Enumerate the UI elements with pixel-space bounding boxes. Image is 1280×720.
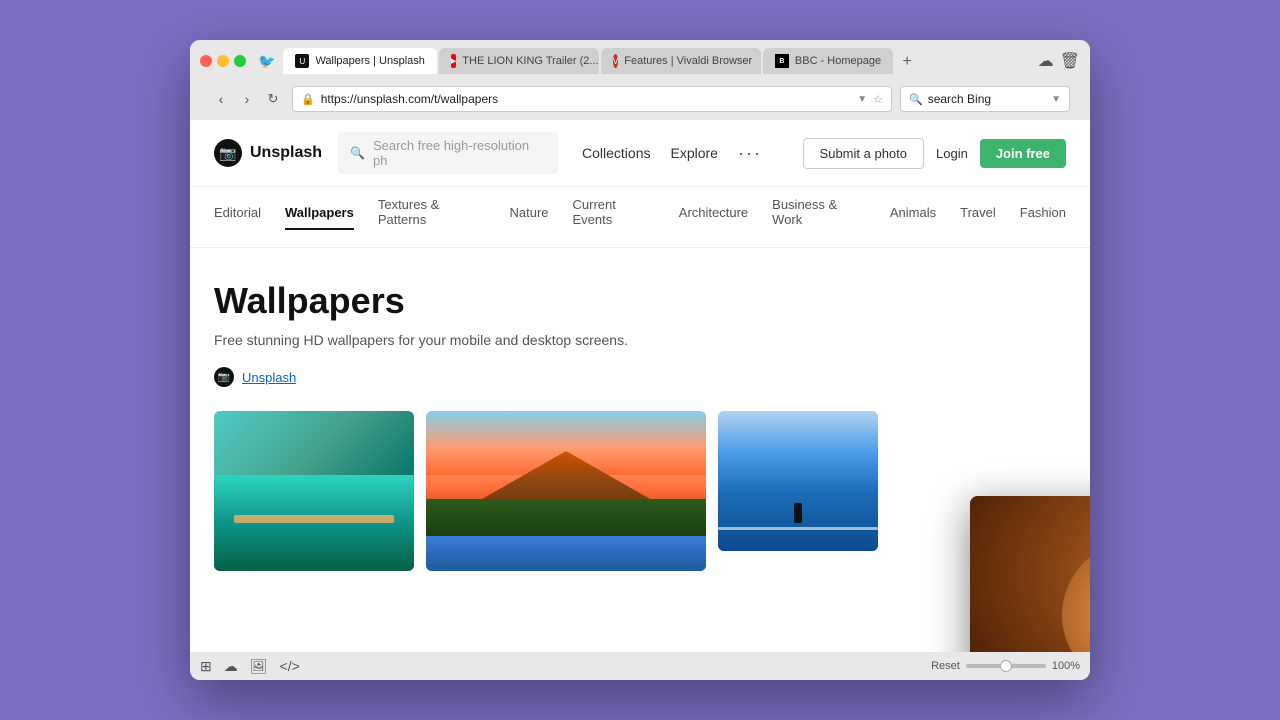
address-bar: ‹ › ↻ 🔒 https://unsplash.com/t/wallpaper… xyxy=(200,80,1080,120)
category-architecture[interactable]: Architecture xyxy=(679,205,748,230)
cloud-icon[interactable]: ☁ xyxy=(1038,51,1054,71)
unsplash-nav-actions: Submit a photo Login Join free xyxy=(803,138,1066,169)
title-bar: 🐦 U Wallpapers | Unsplash ▶ THE LION KIN… xyxy=(190,40,1090,120)
category-travel[interactable]: Travel xyxy=(960,205,996,230)
bbc-favicon: B xyxy=(775,54,789,68)
bottom-code-icon[interactable]: </> xyxy=(280,658,300,674)
tab-vivaldi[interactable]: V Features | Vivaldi Browser xyxy=(601,48,761,74)
page-credit: 📷 Unsplash xyxy=(214,367,1066,387)
category-nature[interactable]: Nature xyxy=(509,205,548,230)
mountain-water xyxy=(426,536,706,571)
browser-content: 📷 Unsplash 🔍 Search free high-resolution… xyxy=(190,120,1090,652)
minimize-button[interactable] xyxy=(217,55,229,67)
page-description: Free stunning HD wallpapers for your mob… xyxy=(214,330,1066,351)
tab-unsplash-label: Wallpapers | Unsplash xyxy=(315,55,424,67)
maldives-pier xyxy=(234,515,394,523)
lionking-popup[interactable] xyxy=(970,496,1090,652)
submit-photo-button[interactable]: Submit a photo xyxy=(803,138,924,169)
zoom-slider[interactable] xyxy=(966,664,1046,668)
refresh-button[interactable]: ↻ xyxy=(262,88,284,110)
back-button[interactable]: ‹ xyxy=(210,88,232,110)
collections-link[interactable]: Collections xyxy=(582,145,650,161)
close-button[interactable] xyxy=(200,55,212,67)
lock-icon: 🔒 xyxy=(301,93,315,106)
join-free-button[interactable]: Join free xyxy=(980,139,1066,168)
new-tab-button[interactable]: + xyxy=(895,50,919,74)
lionking-image xyxy=(970,496,1090,652)
surfer-figure xyxy=(794,503,802,523)
search-box-placeholder: Search free high-resolution ph xyxy=(373,138,546,168)
unsplash-nav-links: Collections Explore ··· xyxy=(582,143,762,164)
search-box-icon: 🔍 xyxy=(350,146,365,160)
unsplash-navbar: 📷 Unsplash 🔍 Search free high-resolution… xyxy=(190,120,1090,187)
category-editorial[interactable]: Editorial xyxy=(214,205,261,230)
search-icon: 🔍 xyxy=(909,93,923,106)
category-nav: Editorial Wallpapers Textures & Patterns… xyxy=(190,187,1090,248)
category-current-events[interactable]: Current Events xyxy=(573,197,655,237)
browser-window: 🐦 U Wallpapers | Unsplash ▶ THE LION KIN… xyxy=(190,40,1090,680)
trash-icon[interactable]: 🗑 xyxy=(1060,51,1080,71)
credit-icon: 📷 xyxy=(214,367,234,387)
search-dropdown-icon[interactable]: ▼ xyxy=(1051,94,1061,105)
mountain-forest xyxy=(426,499,706,539)
page-title: Wallpapers xyxy=(214,280,1066,322)
search-input[interactable]: search Bing xyxy=(928,92,1046,106)
url-dropdown-icon[interactable]: ▼ xyxy=(857,94,867,105)
photo-card-maldives[interactable] xyxy=(214,411,414,571)
tab-actions: ☁ 🗑 xyxy=(1038,51,1080,71)
wave-line xyxy=(718,527,878,530)
unsplash-logo-icon: 📷 xyxy=(214,139,242,167)
category-textures[interactable]: Textures & Patterns xyxy=(378,197,486,237)
url-bar[interactable]: 🔒 https://unsplash.com/t/wallpapers ▼ ☆ xyxy=(292,86,892,112)
bookmark-icon[interactable]: ☆ xyxy=(873,93,883,106)
nav-more-button[interactable]: ··· xyxy=(738,143,762,164)
surfer-background xyxy=(718,411,878,551)
tab-bbc-label: BBC - Homepage xyxy=(795,55,881,67)
explore-link[interactable]: Explore xyxy=(671,145,718,161)
category-business[interactable]: Business & Work xyxy=(772,197,866,237)
credit-link[interactable]: Unsplash xyxy=(242,370,296,385)
bottom-bar: ⊞ ☁ 🖼 </> Reset 100% xyxy=(190,652,1090,680)
vivaldi-favicon: V xyxy=(613,54,618,68)
category-wallpapers[interactable]: Wallpapers xyxy=(285,205,354,230)
bottom-cloud-icon[interactable]: ☁ xyxy=(224,658,238,675)
unsplash-search-box[interactable]: 🔍 Search free high-resolution ph xyxy=(338,132,558,174)
zoom-percentage: 100% xyxy=(1052,660,1080,672)
tab-unsplash[interactable]: U Wallpapers | Unsplash xyxy=(283,48,436,74)
login-button[interactable]: Login xyxy=(936,146,968,161)
twitter-icon: 🐦 xyxy=(258,53,275,70)
maximize-button[interactable] xyxy=(234,55,246,67)
tab-lionking[interactable]: ▶ THE LION KING Trailer (2... xyxy=(439,48,599,74)
traffic-lights xyxy=(200,55,246,67)
bottom-panel-icon[interactable]: ⊞ xyxy=(200,658,212,675)
search-bar[interactable]: 🔍 search Bing ▼ xyxy=(900,86,1070,112)
category-fashion[interactable]: Fashion xyxy=(1020,205,1066,230)
url-text: https://unsplash.com/t/wallpapers xyxy=(321,92,852,106)
category-animals[interactable]: Animals xyxy=(890,205,936,230)
tab-vivaldi-label: Features | Vivaldi Browser xyxy=(624,55,752,67)
photo-card-surfer[interactable] xyxy=(718,411,878,551)
nav-buttons: ‹ › ↻ xyxy=(210,88,284,110)
forward-button[interactable]: › xyxy=(236,88,258,110)
tab-bbc[interactable]: B BBC - Homepage xyxy=(763,48,893,74)
bottom-image-icon[interactable]: 🖼 xyxy=(250,658,268,675)
unsplash-logo[interactable]: 📷 Unsplash xyxy=(214,139,322,167)
zoom-thumb[interactable] xyxy=(1000,660,1012,672)
page-content: Wallpapers Free stunning HD wallpapers f… xyxy=(190,248,1090,652)
unsplash-brand-name: Unsplash xyxy=(250,144,322,162)
tab-lionking-label: THE LION KING Trailer (2... xyxy=(462,55,598,67)
maldives-water xyxy=(214,475,414,571)
zoom-reset-button[interactable]: Reset xyxy=(931,660,960,672)
photo-grid xyxy=(214,411,1066,571)
youtube-favicon: ▶ xyxy=(451,54,456,68)
photo-card-mountain[interactable] xyxy=(426,411,706,571)
tabs-container: U Wallpapers | Unsplash ▶ THE LION KING … xyxy=(283,48,1029,74)
zoom-control: Reset 100% xyxy=(931,660,1080,672)
unsplash-favicon: U xyxy=(295,54,309,68)
